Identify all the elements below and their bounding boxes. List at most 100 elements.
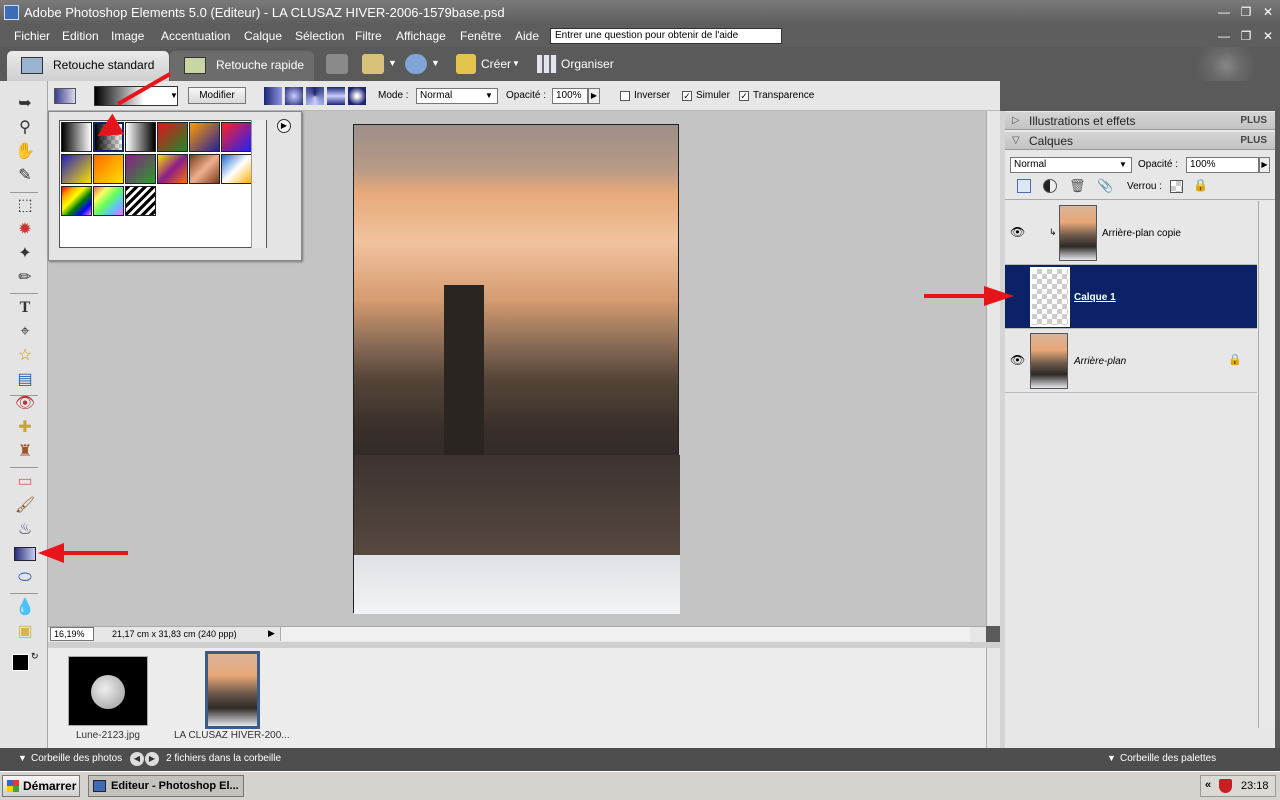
menu-image[interactable]: Image [111, 29, 144, 43]
magic-wand-tool-icon[interactable]: ✦ [12, 243, 38, 265]
menu-calque[interactable]: Calque [244, 29, 282, 43]
angle-gradient-icon[interactable] [306, 87, 324, 105]
adjustment-layer-icon[interactable] [1043, 179, 1057, 193]
blend-mode-select[interactable]: Normal [1010, 157, 1132, 173]
canvas-vertical-scrollbar[interactable] [986, 111, 1000, 626]
doc-restore-icon[interactable]: ❐ [1238, 28, 1254, 44]
zoom-level-input[interactable]: 16,19% [50, 627, 94, 641]
eraser-tool-icon[interactable]: ▭ [12, 471, 38, 493]
palette-bin-toggle[interactable]: Corbeille des palettes [1120, 753, 1216, 764]
canvas-horizontal-scrollbar[interactable] [280, 627, 970, 641]
status-menu-icon[interactable]: ▶ [268, 628, 275, 639]
menu-accentuation[interactable]: Accentuation [161, 29, 230, 43]
organize-button[interactable]: Organiser [561, 57, 614, 71]
link-layers-icon[interactable]: 📎 [1097, 178, 1113, 194]
create-button[interactable]: Créer [481, 57, 511, 71]
help-search-input[interactable]: Entrer une question pour obtenir de l'ai… [550, 28, 782, 44]
gradient-swatch-spectrum[interactable] [61, 186, 92, 216]
visibility-eye-icon[interactable]: 👁 [1010, 353, 1025, 367]
eyedropper-tool-icon[interactable]: ✎ [12, 165, 38, 187]
menu-aide[interactable]: Aide [515, 29, 539, 43]
diamond-gradient-icon[interactable] [348, 87, 366, 105]
layer-name-background[interactable]: Arrière-plan [1074, 356, 1126, 367]
modify-button[interactable]: Modifier [188, 87, 246, 104]
gradient-swatch-blue-red-yellow[interactable] [221, 122, 252, 152]
online-services-icon[interactable] [405, 54, 427, 74]
layer-row-background-copy[interactable]: 👁 ↳ Arrière-plan copie [1005, 201, 1257, 265]
layer-opacity-arrow-icon[interactable]: ▶ [1259, 157, 1270, 173]
red-eye-tool-icon[interactable]: 👁 [12, 393, 38, 415]
menu-fenetre[interactable]: Fenêtre [460, 29, 501, 43]
type-tool-icon[interactable]: T [12, 297, 38, 319]
tray-expand-icon[interactable]: « [1205, 779, 1211, 791]
antivirus-shield-icon[interactable] [1219, 779, 1232, 793]
print-icon[interactable] [326, 54, 348, 74]
lock-transparency-icon[interactable] [1170, 180, 1183, 193]
selection-brush-tool-icon[interactable]: ✏ [12, 267, 38, 289]
photo-bin-toggle[interactable]: Corbeille des photos [31, 753, 122, 764]
mode-dropdown-icon[interactable]: ▼ [485, 91, 493, 100]
clone-stamp-tool-icon[interactable]: ♜ [12, 441, 38, 463]
opacity-arrow-icon[interactable]: ▶ [588, 88, 600, 104]
effects-panel-header[interactable]: ▷ Illustrations et effets PLUS [1005, 112, 1275, 130]
taskbar-window-button[interactable]: Editeur - Photoshop El... [88, 775, 244, 797]
delete-layer-icon[interactable]: 🗑 [1069, 178, 1086, 194]
doc-minimize-icon[interactable]: — [1216, 28, 1232, 44]
gradient-picker-scrollbar[interactable] [251, 120, 266, 248]
visibility-eye-icon[interactable]: 👁 [1010, 225, 1025, 239]
reflected-gradient-icon[interactable] [327, 87, 345, 105]
tab-quick-fix[interactable]: Retouche rapide [170, 51, 314, 81]
menu-selection[interactable]: Sélection [295, 29, 344, 43]
blur-tool-icon[interactable]: 💧 [12, 597, 38, 619]
palette-bin-icon[interactable]: ▼ [1107, 753, 1116, 763]
move-tool-icon[interactable]: ➥ [12, 93, 38, 115]
layer-opacity-input[interactable]: 100% [1186, 157, 1259, 173]
swap-colors-icon[interactable]: ↻ [31, 651, 39, 662]
new-layer-icon[interactable] [1017, 179, 1031, 193]
create-dropdown-icon[interactable]: ▼ [512, 59, 520, 68]
bin-collapse-icon[interactable]: ▼ [18, 753, 27, 763]
photo-thumb-clusaz[interactable] [205, 651, 260, 729]
opacity-input[interactable]: 100% [552, 88, 588, 104]
zoom-tool-icon[interactable]: ⚲ [12, 117, 38, 139]
gradient-swatch-orange-yellow[interactable] [93, 154, 124, 184]
photo-bin-scrollbar[interactable] [986, 648, 1000, 748]
marquee-tool-icon[interactable]: ⬚ [12, 195, 38, 217]
gradient-swatch-chrome[interactable] [221, 154, 252, 184]
paint-bucket-tool-icon[interactable]: ♨ [12, 519, 38, 541]
menu-edition[interactable]: Edition [62, 29, 99, 43]
layers-scrollbar[interactable] [1258, 201, 1274, 728]
gradient-swatch-black-white[interactable] [61, 122, 92, 152]
menu-filtre[interactable]: Filtre [355, 29, 382, 43]
gradient-dropdown-icon[interactable]: ▼ [170, 91, 178, 100]
brush-tool-icon[interactable]: 🖌 [12, 495, 38, 517]
layers-panel-header[interactable]: ▽ Calques PLUS [1005, 132, 1275, 150]
linear-gradient-icon[interactable] [264, 87, 282, 105]
menu-fichier[interactable]: Fichier [14, 29, 50, 43]
healing-brush-tool-icon[interactable]: ✚ [12, 417, 38, 439]
crop-tool-icon[interactable]: ⌖ [12, 321, 38, 343]
layer-row-background[interactable]: 👁 Arrière-plan 🔒 [1005, 329, 1257, 393]
radial-gradient-icon[interactable] [285, 87, 303, 105]
effects-more-button[interactable]: PLUS [1240, 112, 1267, 130]
start-button[interactable]: Démarrer [2, 775, 80, 797]
gradient-swatch-blue-yellow[interactable] [61, 154, 92, 184]
menu-affichage[interactable]: Affichage [396, 29, 446, 43]
layer-row-calque-1[interactable]: Calque 1 [1005, 265, 1257, 329]
gradient-swatch-transparent-rainbow[interactable] [93, 186, 124, 216]
cookie-cutter-tool-icon[interactable]: ☆ [12, 345, 38, 367]
gradient-swatch-stripes[interactable] [125, 186, 156, 216]
document-image[interactable] [353, 124, 680, 614]
lock-all-icon[interactable]: 🔒 [1193, 178, 1208, 192]
close-icon[interactable]: ✕ [1260, 4, 1276, 20]
minimize-icon[interactable]: — [1216, 4, 1232, 20]
layer-name-background-copy[interactable]: Arrière-plan copie [1102, 228, 1181, 239]
gradient-preview[interactable] [94, 86, 178, 106]
sponge-tool-icon[interactable]: ▣ [12, 621, 38, 643]
gradient-swatch-copper[interactable] [189, 154, 220, 184]
doc-close-icon[interactable]: ✕ [1260, 28, 1276, 44]
layer-name-calque-1[interactable]: Calque 1 [1074, 292, 1116, 303]
gradient-tool-icon[interactable] [14, 547, 36, 561]
organize-icon[interactable] [537, 55, 557, 73]
share-icon[interactable] [362, 54, 384, 74]
